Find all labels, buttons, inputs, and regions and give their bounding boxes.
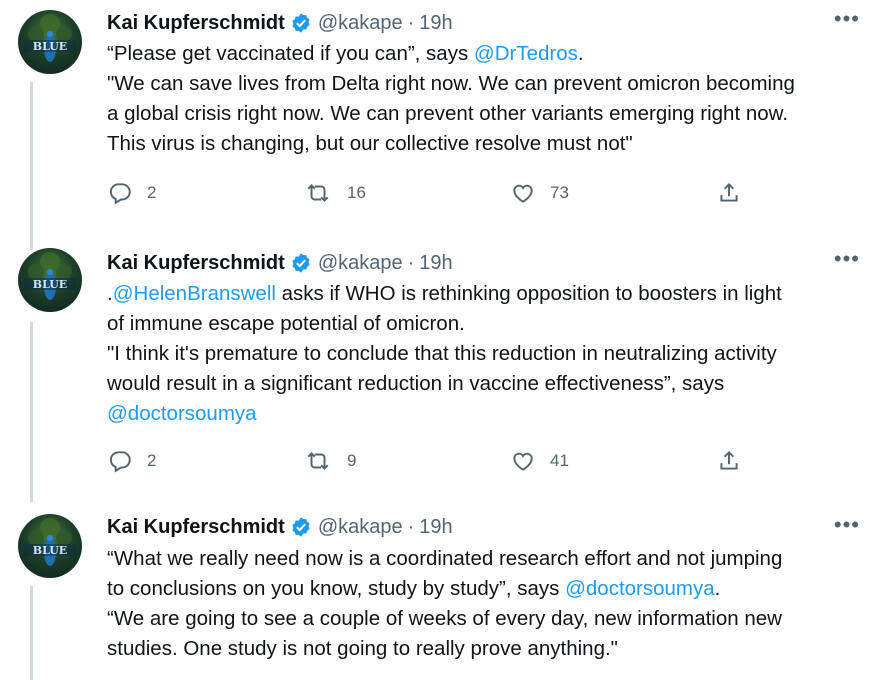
thread-line: [30, 82, 33, 250]
like-icon: [513, 184, 533, 203]
tweet-text-segment: a global crisis right now. We can preven…: [107, 102, 789, 125]
tweet-text-segment: This virus is changing, but our collecti…: [107, 132, 633, 155]
tweet-text-segment: “We are going to see a couple of weeks o…: [107, 607, 782, 630]
tweet-line: "We can save lives from Delta right now.…: [107, 69, 877, 99]
timestamp[interactable]: 19h: [419, 12, 452, 35]
avatar[interactable]: BLUE: [18, 514, 82, 578]
like-icon: [513, 452, 533, 471]
tweet-line: “We are going to see a couple of weeks o…: [107, 604, 877, 634]
timeline: BLUE Kai Kupferschmidt @kakape · 19h •••…: [0, 0, 886, 680]
tweet-actions: 2 9 41: [107, 448, 757, 478]
tweet-text: “Please get vaccinated if you can”, says…: [107, 39, 877, 159]
tweet-line: .@HelenBranswell asks if WHO is rethinki…: [107, 279, 877, 309]
tweet-line: This virus is changing, but our collecti…: [107, 129, 877, 159]
avatar[interactable]: BLUE: [18, 248, 82, 312]
tweet-text-segment: .: [577, 42, 584, 65]
tweet-line: "I think it's premature to conclude that…: [107, 339, 877, 369]
like-count: 41: [550, 451, 569, 470]
avatar[interactable]: BLUE: [18, 10, 82, 74]
tweet-line: studies. One study is not going to reall…: [107, 634, 877, 664]
separator-dot: ·: [407, 515, 415, 538]
tweet-text-segment: “Please get vaccinated if you can”, says: [107, 42, 474, 65]
tweet-line: of immune escape potential of omicron.: [107, 309, 877, 339]
tweet-text-segment: "I think it's premature to conclude that…: [107, 342, 777, 365]
more-icon[interactable]: •••: [834, 512, 860, 538]
verified-badge-icon: [290, 12, 312, 34]
timestamp[interactable]: 19h: [419, 516, 452, 539]
author-name[interactable]: Kai Kupferschmidt: [107, 12, 285, 35]
more-icon[interactable]: •••: [834, 6, 860, 32]
author-name[interactable]: Kai Kupferschmidt: [107, 516, 285, 539]
author-name[interactable]: Kai Kupferschmidt: [107, 252, 285, 275]
tweet-header: Kai Kupferschmidt @kakape · 19h: [107, 10, 453, 36]
avatar-text: BLUE: [33, 544, 67, 557]
tweet-text-segment: .: [714, 577, 721, 600]
tweet-text: .@HelenBranswell asks if WHO is rethinki…: [107, 279, 877, 429]
tweet-line: would result in a significant reduction …: [107, 369, 877, 399]
tweet-text-segment: studies. One study is not going to reall…: [107, 637, 618, 660]
thread-line: [30, 586, 33, 680]
reply-icon: [109, 451, 131, 473]
reply-button[interactable]: 2: [107, 180, 156, 206]
mention-link[interactable]: @HelenBranswell: [113, 282, 276, 305]
thread-line: [30, 322, 33, 502]
retweet-icon: [307, 184, 329, 202]
separator-dot: ·: [407, 251, 415, 274]
tweet-line: @doctorsoumya: [107, 399, 877, 429]
like-button[interactable]: 73: [510, 180, 569, 206]
more-icon[interactable]: •••: [834, 246, 860, 272]
tweet-header: Kai Kupferschmidt @kakape · 19h: [107, 250, 453, 276]
like-button[interactable]: 41: [510, 448, 569, 474]
avatar-text: BLUE: [33, 278, 67, 291]
verified-badge-icon: [290, 516, 312, 538]
like-count: 73: [550, 183, 569, 202]
share-button[interactable]: [716, 180, 742, 206]
tweet-header: Kai Kupferschmidt @kakape · 19h: [107, 514, 453, 540]
mention-link[interactable]: @doctorsoumya: [107, 402, 257, 425]
share-button[interactable]: [716, 448, 742, 474]
retweet-button[interactable]: 16: [303, 180, 366, 206]
reply-button[interactable]: 2: [107, 448, 156, 474]
verified-badge-icon: [290, 252, 312, 274]
tweet-text-segment: would result in a significant reduction …: [107, 372, 725, 395]
share-icon: [720, 450, 738, 470]
reply-count: 2: [147, 451, 157, 470]
share-icon: [720, 182, 738, 202]
tweet-line: “Please get vaccinated if you can”, says…: [107, 39, 877, 69]
mention-link[interactable]: @DrTedros: [474, 42, 578, 65]
reply-icon: [109, 183, 131, 205]
tweet[interactable]: BLUE Kai Kupferschmidt @kakape · 19h •••…: [0, 0, 886, 250]
tweet-text-segment: "We can save lives from Delta right now.…: [107, 72, 795, 95]
author-handle[interactable]: @kakape: [318, 516, 403, 539]
retweet-count: 16: [347, 183, 366, 202]
tweet[interactable]: BLUE Kai Kupferschmidt @kakape · 19h •••…: [0, 238, 886, 502]
retweet-count: 9: [347, 451, 357, 470]
retweet-button[interactable]: 9: [303, 448, 356, 474]
tweet-line: “What we really need now is a coordinate…: [107, 544, 877, 574]
tweet-text: “What we really need now is a coordinate…: [107, 544, 877, 664]
tweet-line: to conclusions on you know, study by stu…: [107, 574, 877, 604]
tweet[interactable]: BLUE Kai Kupferschmidt @kakape · 19h •••…: [0, 504, 886, 680]
tweet-actions: 2 16 73: [107, 180, 757, 210]
tweet-text-segment: asks if WHO is rethinking opposition to …: [275, 282, 782, 305]
separator-dot: ·: [407, 11, 415, 34]
author-handle[interactable]: @kakape: [318, 12, 403, 35]
author-handle[interactable]: @kakape: [318, 252, 403, 275]
avatar-text: BLUE: [33, 40, 67, 53]
tweet-text-segment: to conclusions on you know, study by stu…: [107, 577, 566, 600]
tweet-text-segment: “What we really need now is a coordinate…: [107, 547, 783, 570]
timestamp[interactable]: 19h: [419, 252, 452, 275]
reply-count: 2: [147, 183, 157, 202]
tweet-text-segment: of immune escape potential of omicron.: [107, 312, 465, 335]
tweet-line: a global crisis right now. We can preven…: [107, 99, 877, 129]
retweet-icon: [307, 452, 329, 470]
mention-link[interactable]: @doctorsoumya: [565, 577, 715, 600]
